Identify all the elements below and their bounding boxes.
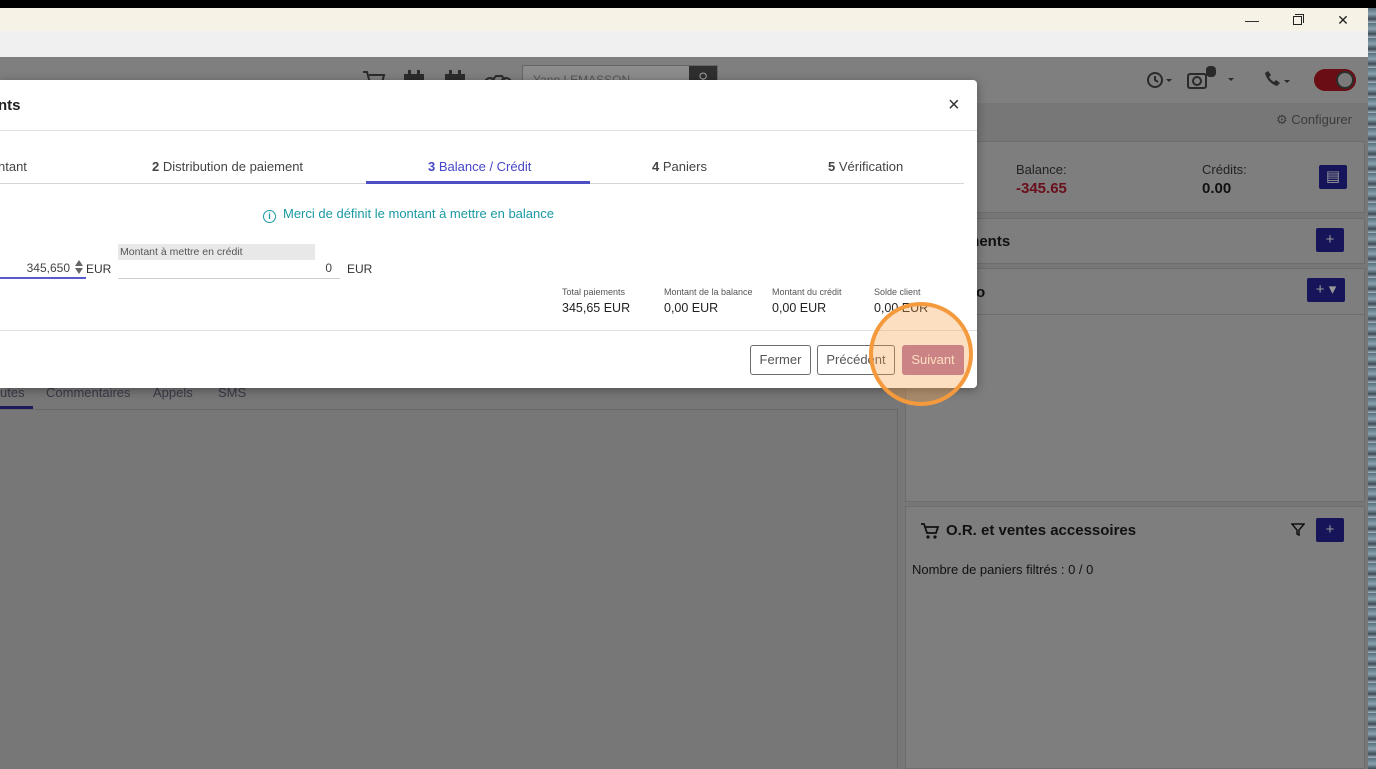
modal-title: nts [0, 97, 21, 114]
customer-balance-label: Solde client [874, 287, 921, 297]
camera-icon[interactable] [1187, 65, 1237, 96]
modal-header-divider [0, 130, 977, 131]
credits-label: Crédits: [1202, 162, 1247, 177]
close-button[interactable]: Fermer [750, 345, 811, 375]
credits-value: 0.00 [1202, 180, 1232, 197]
minimize-icon[interactable]: — [1242, 12, 1262, 28]
active-step-indicator [366, 181, 590, 184]
credit-amount-input[interactable]: 0 [118, 260, 340, 279]
info-message: i Merci de définit le montant à mettre en… [263, 206, 554, 223]
column-divider [897, 410, 898, 769]
step-label: Paniers [662, 159, 707, 174]
step-distribution[interactable]: 2 Distribution de paiement [152, 159, 303, 174]
tabs-divider [0, 409, 898, 410]
step-number: 2 [152, 159, 160, 174]
total-payments-value: 345,65 EUR [562, 301, 631, 315]
phone-icon[interactable] [1262, 70, 1292, 95]
paniers-panel: O.R. et ventes accessoires + [905, 506, 1365, 769]
step-label: ntant [0, 159, 27, 174]
eye-icon [1336, 71, 1354, 89]
currency-label: EUR [86, 262, 112, 276]
step-number: 5 [828, 159, 836, 174]
paniers-title: O.R. et ventes accessoires [946, 522, 1137, 539]
modal-footer-divider [0, 330, 977, 331]
balance-value: -345.65 [1016, 180, 1067, 197]
balance-amount-input[interactable]: 345,650 [0, 260, 86, 279]
add-panier-button[interactable]: + [1316, 518, 1344, 542]
document-icon[interactable]: ▤ [1319, 165, 1347, 189]
close-window-icon[interactable]: ✕ [1333, 12, 1353, 28]
credit-amount-summary-label: Montant du crédit [772, 287, 842, 297]
credit-amount-value: 0 [325, 261, 332, 275]
info-icon: i [263, 210, 276, 223]
balance-amount-label: Montant de la balance [664, 287, 753, 297]
step-paniers[interactable]: 4 Paniers [652, 159, 707, 174]
close-icon[interactable]: × [948, 94, 960, 117]
configure-label: Configurer [1291, 112, 1352, 127]
step-label: Vérification [838, 159, 904, 174]
balance-amount-value: 345,650 [26, 261, 70, 275]
credit-amount-summary: 0,00 EUR [772, 301, 827, 315]
filter-icon[interactable] [1290, 522, 1306, 539]
paniers-count-note: Nombre de paniers filtrés : 0 / 0 [912, 562, 1094, 577]
step-montant[interactable]: ntant [0, 159, 27, 174]
desktop-wallpaper-edge [1368, 8, 1376, 769]
screen: — ✕ Yann LEMASSON ⚲ [0, 0, 1376, 769]
add-payment-button[interactable]: + [1316, 228, 1344, 252]
configure-link[interactable]: ⚙ Configurer [1276, 112, 1352, 128]
info-message-text: Merci de définit le montant à mettre en … [283, 206, 554, 221]
info-title: o [976, 284, 986, 301]
step-number: 4 [652, 159, 660, 174]
credit-amount-label: Montant à mettre en crédit [118, 244, 315, 260]
step-balance-credit[interactable]: 3 Balance / Crédit [428, 159, 531, 174]
step-verification[interactable]: 5 Vérification [828, 159, 903, 174]
history-icon[interactable] [1145, 70, 1173, 95]
currency-label: EUR [347, 262, 373, 276]
visibility-toggle[interactable] [1314, 69, 1356, 91]
payment-modal: nts × ntant 2 Distribution de paiement 3… [0, 80, 977, 388]
top-border [0, 0, 1376, 8]
step-label: Balance / Crédit [438, 159, 532, 174]
step-number: 3 [428, 159, 436, 174]
window-titlebar: — ✕ [0, 8, 1368, 31]
restore-icon[interactable] [1287, 12, 1307, 28]
total-payments-label: Total paiements [562, 287, 626, 297]
stepper-icon[interactable] [75, 260, 84, 274]
browser-bar [0, 31, 1368, 57]
step-label: Distribution de paiement [162, 159, 304, 174]
cart-small-icon [920, 522, 940, 543]
add-dropdown-button[interactable]: + ▾ [1307, 278, 1345, 302]
balance-amount-summary: 0,00 EUR [664, 301, 719, 315]
click-highlight [869, 302, 973, 406]
balance-label: Balance: [1016, 162, 1067, 177]
